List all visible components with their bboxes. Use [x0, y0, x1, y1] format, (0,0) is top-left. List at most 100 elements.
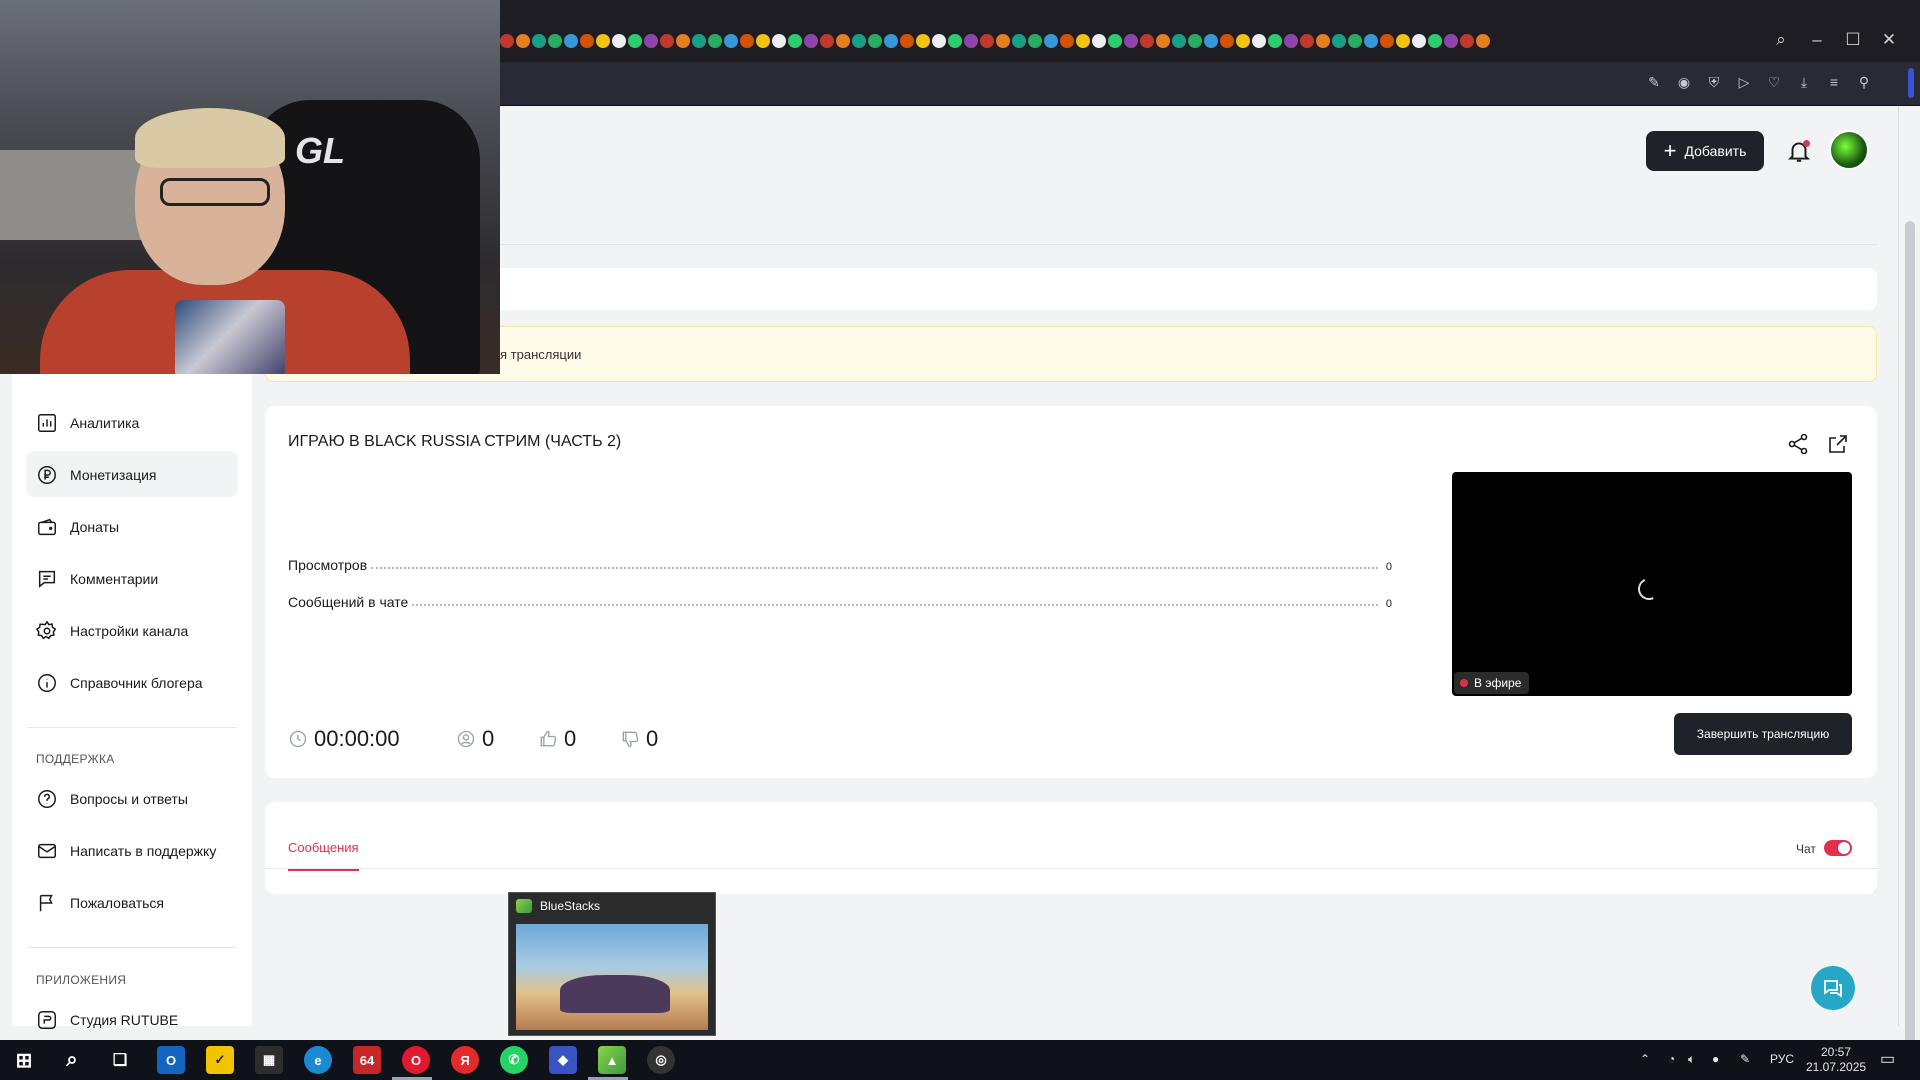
share-icon[interactable]: [1786, 432, 1810, 456]
tab-favicon-icon[interactable]: [1108, 34, 1122, 48]
tab-favicon-icon[interactable]: [580, 34, 594, 48]
close-icon[interactable]: ✕: [1874, 30, 1904, 54]
tab-favicon-icon[interactable]: [644, 34, 658, 48]
search-icon[interactable]: ⌕: [58, 1046, 86, 1074]
aida64-icon[interactable]: 64: [353, 1046, 381, 1074]
tab-favicon-icon[interactable]: [996, 34, 1010, 48]
sidebar-item-analytics[interactable]: Аналитика: [36, 408, 139, 438]
tab-favicon-icon[interactable]: [1428, 34, 1442, 48]
pen-icon[interactable]: ✎: [1740, 1052, 1750, 1066]
tab-favicon-icon[interactable]: [724, 34, 738, 48]
tab-favicon-icon[interactable]: [836, 34, 850, 48]
tab-favicon-icon[interactable]: [1332, 34, 1346, 48]
edit-icon[interactable]: ✎: [1644, 74, 1664, 94]
tab-favicon-icon[interactable]: [1396, 34, 1410, 48]
sidebar-item-comments[interactable]: Комментарии: [36, 564, 158, 594]
camera-icon[interactable]: ◉: [1674, 74, 1694, 94]
notifications-icon[interactable]: ▭: [1880, 1049, 1895, 1069]
language-indicator[interactable]: РУС: [1770, 1052, 1794, 1066]
roblox-icon[interactable]: ◆: [549, 1046, 577, 1074]
tab-favicon-icon[interactable]: [676, 34, 690, 48]
tab-favicon-icon[interactable]: [1028, 34, 1042, 48]
task-view-icon[interactable]: ❏: [106, 1046, 134, 1074]
tab-favicon-icon[interactable]: [1156, 34, 1170, 48]
tab-favicon-icon[interactable]: [1316, 34, 1330, 48]
end-stream-button[interactable]: Завершить трансляцию: [1674, 713, 1852, 755]
tab-favicon-icon[interactable]: [628, 34, 642, 48]
tab-favicon-icon[interactable]: [1236, 34, 1250, 48]
tab-favicon-icon[interactable]: [820, 34, 834, 48]
tab-favicon-icon[interactable]: [564, 34, 578, 48]
tab-favicon-icon[interactable]: [788, 34, 802, 48]
support-chat-button[interactable]: [1811, 966, 1855, 1010]
play-icon[interactable]: ▷: [1734, 74, 1754, 94]
edge-icon[interactable]: e: [304, 1046, 332, 1074]
maximize-icon[interactable]: ☐: [1838, 30, 1868, 54]
tab-favicon-icon[interactable]: [1284, 34, 1298, 48]
tab-messages[interactable]: Сообщения: [288, 840, 359, 871]
sidebar-item-report[interactable]: Пожаловаться: [36, 888, 164, 918]
add-button[interactable]: + Добавить: [1646, 131, 1764, 171]
external-link-icon[interactable]: [1826, 432, 1850, 456]
sidebar-item-blogger-guide[interactable]: Справочник блогера: [36, 668, 203, 698]
store-icon[interactable]: ▦: [255, 1046, 283, 1074]
tab-favicon-icon[interactable]: [1444, 34, 1458, 48]
clock[interactable]: 20:57 21.07.2025: [1806, 1045, 1866, 1075]
tab-favicon-icon[interactable]: [1140, 34, 1154, 48]
tab-favicon-icon[interactable]: [1012, 34, 1026, 48]
tab-favicon-icon[interactable]: [708, 34, 722, 48]
minimize-icon[interactable]: –: [1802, 30, 1832, 54]
shield-icon[interactable]: ⛨: [1704, 74, 1724, 94]
tab-favicon-icon[interactable]: [548, 34, 562, 48]
tab-favicon-icon[interactable]: [692, 34, 706, 48]
tab-favicon-icon[interactable]: [964, 34, 978, 48]
heart-icon[interactable]: ♡: [1764, 74, 1784, 94]
tab-favicon-icon[interactable]: [1300, 34, 1314, 48]
tab-favicon-icon[interactable]: [1076, 34, 1090, 48]
outlook-icon[interactable]: O: [157, 1046, 185, 1074]
scrollbar[interactable]: [1898, 106, 1920, 1080]
profile-icon[interactable]: ⚲: [1854, 74, 1874, 94]
tab-favicon-icon[interactable]: [932, 34, 946, 48]
sidebar-item-monetization[interactable]: Монетизация: [36, 460, 157, 490]
tab-favicon-icon[interactable]: [1092, 34, 1106, 48]
microphone-icon[interactable]: ●: [1712, 1052, 1719, 1066]
chat-toggle[interactable]: [1824, 840, 1852, 856]
tab-favicon-icon[interactable]: [868, 34, 882, 48]
tab-favicon-icon[interactable]: [980, 34, 994, 48]
tab-favicon-icon[interactable]: [1220, 34, 1234, 48]
tab-favicon-icon[interactable]: [916, 34, 930, 48]
tab-favicon-icon[interactable]: [1268, 34, 1282, 48]
whatsapp-icon[interactable]: ✆: [500, 1046, 528, 1074]
tab-favicon-icon[interactable]: [500, 34, 514, 48]
tab-favicon-icon[interactable]: [660, 34, 674, 48]
tab-favicon-icon[interactable]: [1204, 34, 1218, 48]
tab-favicon-icon[interactable]: [612, 34, 626, 48]
windows-start-icon[interactable]: ⊞: [10, 1046, 38, 1074]
tab-favicon-icon[interactable]: [1060, 34, 1074, 48]
volume-icon[interactable]: 🔈︎: [1688, 1052, 1695, 1067]
tab-favicon-icon[interactable]: [740, 34, 754, 48]
tab-favicon-icon[interactable]: [1460, 34, 1474, 48]
browser-tabs[interactable]: [500, 28, 1500, 56]
bluestacks-taskbar-icon[interactable]: ▲: [598, 1046, 626, 1074]
tab-favicon-icon[interactable]: [772, 34, 786, 48]
tab-favicon-icon[interactable]: [1476, 34, 1490, 48]
tab-favicon-icon[interactable]: [1412, 34, 1426, 48]
sidebar-item-rutube-studio[interactable]: Студия RUTUBE: [36, 1005, 178, 1035]
tab-favicon-icon[interactable]: [1044, 34, 1058, 48]
menu-icon[interactable]: ≡: [1824, 74, 1844, 94]
tab-favicon-icon[interactable]: [596, 34, 610, 48]
sidebar-item-donations[interactable]: Донаты: [36, 512, 119, 542]
tab-favicon-icon[interactable]: [804, 34, 818, 48]
avatar[interactable]: [1829, 130, 1869, 170]
network-icon[interactable]: ◔: [1668, 1052, 1675, 1066]
tab-favicon-icon[interactable]: [1252, 34, 1266, 48]
tab-favicon-icon[interactable]: [900, 34, 914, 48]
tab-favicon-icon[interactable]: [852, 34, 866, 48]
tab-favicon-icon[interactable]: [1172, 34, 1186, 48]
tab-favicon-icon[interactable]: [756, 34, 770, 48]
tab-favicon-icon[interactable]: [532, 34, 546, 48]
tray-chevron-icon[interactable]: ⌃: [1640, 1052, 1650, 1066]
download-icon[interactable]: ⤓: [1794, 74, 1814, 94]
